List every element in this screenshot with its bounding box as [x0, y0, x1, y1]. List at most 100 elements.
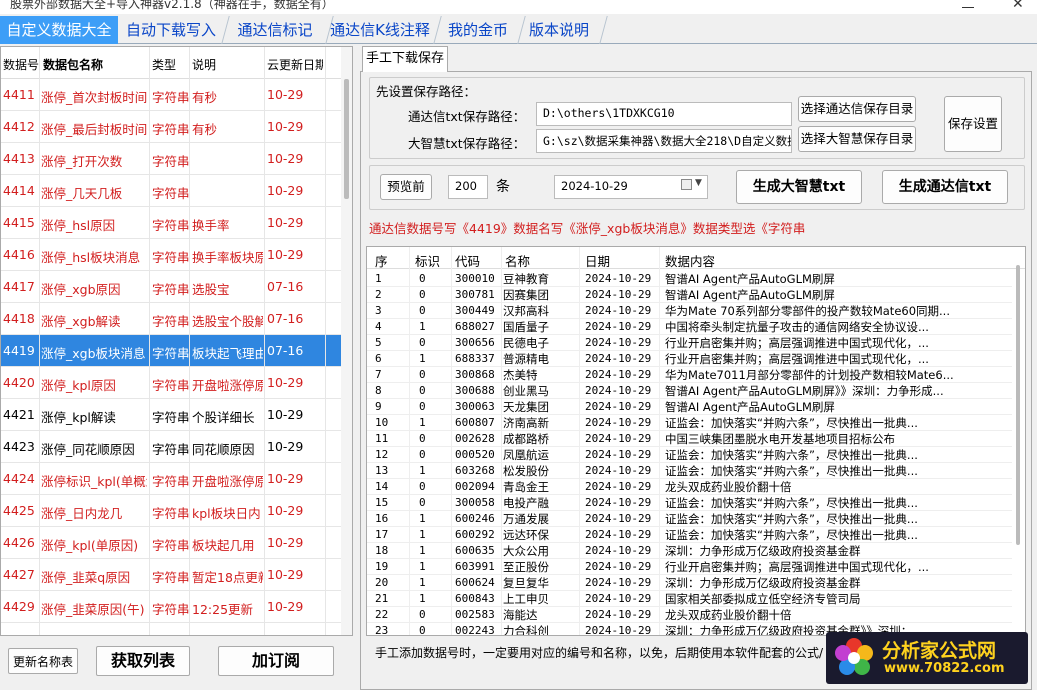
- chevron-down-icon[interactable]: ▼: [695, 178, 702, 188]
- list-item[interactable]: 4427 涨停_韭菜q原因 字符串 暂定18点更新 10-29: [1, 559, 341, 591]
- grid-scrollbar[interactable]: [1011, 265, 1025, 635]
- table-row[interactable]: 12 0 000520 凤凰航运 2024-10-29 证监会：加快落实“并购六条”，尽快…: [367, 447, 1012, 463]
- table-row[interactable]: 18 1 600635 大众公用 2024-10-29 深圳：力争形成万亿级政府投资基金群: [367, 543, 1012, 559]
- table-row[interactable]: 10 1 600807 济南高新 2024-10-29 证监会：加快落实“并购六条”，尽快…: [367, 415, 1012, 431]
- grid-col-header[interactable]: 标识: [415, 251, 440, 270]
- table-cell: 1: [419, 512, 426, 525]
- calendar-icon[interactable]: [681, 179, 692, 190]
- table-row[interactable]: 17 1 600292 远达环保 2024-10-29 证监会：加快落实“并购六条”，尽快…: [367, 527, 1012, 543]
- subscribe-button[interactable]: 加订阅: [218, 646, 334, 676]
- list-item[interactable]: 4416 涨停_hsl板块消息 字符串 换手率板块原 10-29: [1, 239, 341, 271]
- scroll-thumb[interactable]: [344, 79, 349, 199]
- preview-group: 预览前 200 条 2024-10-29 ▼ 生成大智慧txt 生成通达信txt: [369, 165, 1025, 210]
- grid-col-header[interactable]: 数据内容: [665, 251, 715, 270]
- tab-my-coins[interactable]: 我的金币: [442, 16, 526, 44]
- grid-col-header[interactable]: 名称: [505, 251, 530, 270]
- table-row[interactable]: 6 1 688337 普源精电 2024-10-29 行业开启密集并购；高层强调推进中国式…: [367, 351, 1012, 367]
- col-header-desc[interactable]: 说明: [192, 56, 216, 73]
- list-item[interactable]: 4425 涨停_日内龙几 字符串 kpl板块日内 10-29: [1, 495, 341, 527]
- tab-custom-data[interactable]: 自定义数据大全: [0, 16, 118, 44]
- grid-col-header[interactable]: 代码: [455, 251, 480, 270]
- table-cell: 2024-10-29: [585, 336, 652, 349]
- list-item[interactable]: 4413 涨停_打开次数 字符串 10-29: [1, 143, 341, 175]
- col-header-type[interactable]: 类型: [152, 56, 176, 73]
- close-icon[interactable]: ✕: [1012, 0, 1024, 12]
- tab-manual-save[interactable]: 手工下载保存: [362, 46, 448, 72]
- table-cell: 龙头双成药业股价翻十倍: [665, 480, 792, 494]
- list-item[interactable]: 4414 涨停_几天几板 字符串 10-29: [1, 175, 341, 207]
- tdx-path-input[interactable]: D:\others\1TDXKCG10: [536, 102, 792, 126]
- table-cell: 600246: [455, 512, 495, 525]
- col-header-name[interactable]: 数据包名称: [43, 56, 103, 73]
- table-row[interactable]: 7 0 300868 杰美特 2024-10-29 华为Mate7011月部分零部件的计划…: [367, 367, 1012, 383]
- scroll-thumb[interactable]: [1016, 265, 1020, 545]
- table-cell: 国盾量子: [503, 320, 549, 334]
- list-item[interactable]: 4412 涨停_最后封板时间 字符串 有秒 10-29: [1, 111, 341, 143]
- table-row[interactable]: 8 0 300688 创业黑马 2024-10-29 智谱AI Agent产品AutoGL…: [367, 383, 1012, 399]
- minimize-icon[interactable]: [962, 0, 974, 8]
- generate-dzh-button[interactable]: 生成大智慧txt: [736, 170, 862, 204]
- table-row[interactable]: 5 0 300656 民德电子 2024-10-29 行业开启密集并购；高层强调推进中国式…: [367, 335, 1012, 351]
- update-names-button[interactable]: 更新名称表: [8, 648, 78, 674]
- list-cell-desc: 个股详细长: [192, 410, 255, 425]
- table-cell: 0: [419, 400, 426, 413]
- list-item[interactable]: 4411 涨停_首次封板时间 字符串 有秒 10-29: [1, 79, 341, 111]
- table-cell: 300688: [455, 384, 495, 397]
- col-header-date[interactable]: 云更新日期: [267, 56, 323, 73]
- list-item[interactable]: 4419 涨停_xgb板块消息 字符串 板块起飞理由 07-16: [1, 335, 341, 367]
- date-picker[interactable]: 2024-10-29 ▼: [554, 175, 708, 199]
- table-cell: 2024-10-29: [585, 560, 652, 573]
- select-tdx-dir-button[interactable]: 选择通达信保存目录: [798, 96, 916, 122]
- title-bar: 股票外部数据大全+导入神器v2.1.8（神器在手，数据全有） ✕: [0, 0, 1037, 14]
- col-header-id[interactable]: 数据号: [3, 56, 39, 73]
- table-row[interactable]: 13 1 603268 松发股份 2024-10-29 证监会：加快落实“并购六条”，尽快…: [367, 463, 1012, 479]
- save-settings-button[interactable]: 保存设置: [944, 96, 1002, 152]
- table-row[interactable]: 14 0 002094 青岛金王 2024-10-29 龙头双成药业股价翻十倍: [367, 479, 1012, 495]
- table-row[interactable]: 11 0 002628 成都路桥 2024-10-29 中国三峡集团墨脱水电开发基地项目招…: [367, 431, 1012, 447]
- table-cell: 2024-10-29: [585, 320, 652, 333]
- list-item[interactable]: 4429 涨停_韭菜原因(午) 字符串 12:25更新 10-29: [1, 591, 341, 623]
- list-cell-type: 字符串: [152, 314, 190, 329]
- generate-tdx-button[interactable]: 生成通达信txt: [882, 170, 1008, 204]
- table-row[interactable]: 4 1 688027 国盾量子 2024-10-29 中国将牵头制定抗量子攻击的通信网络安…: [367, 319, 1012, 335]
- table-cell: 青岛金王: [503, 480, 549, 494]
- list-scrollbar[interactable]: [341, 47, 352, 635]
- select-dzh-dir-button[interactable]: 选择大智慧保存目录: [798, 126, 916, 152]
- table-row[interactable]: 21 1 600843 上工申贝 2024-10-29 国家相关部委拟成立低空经济专管司局: [367, 591, 1012, 607]
- preview-count-input[interactable]: 200: [448, 175, 488, 199]
- table-row[interactable]: 15 0 300058 电投产融 2024-10-29 证监会：加快落实“并购六条”，尽快…: [367, 495, 1012, 511]
- table-row[interactable]: 2 0 300781 因赛集团 2024-10-29 智谱AI Agent产品AutoGL…: [367, 287, 1012, 303]
- table-cell: 1: [375, 272, 382, 285]
- list-item[interactable]: 4424 涨停标识_kpl(单概念) 字符串开盘啦涨停原 10-29: [1, 463, 341, 495]
- preview-button[interactable]: 预览前: [380, 174, 432, 200]
- list-item[interactable]: 4423 涨停_同花顺原因 字符串 同花顺原因 10-29: [1, 431, 341, 463]
- data-preview-grid[interactable]: 序 标识 代码 名称 日期 数据内容 1 0 300010 豆神教育 2024-10-2…: [366, 246, 1026, 636]
- table-row[interactable]: 1 0 300010 豆神教育 2024-10-29 智谱AI Agent产品AutoGL…: [367, 271, 1012, 287]
- list-item[interactable]: 4421 涨停_kpl解读 字符串 个股详细长 10-29: [1, 399, 341, 431]
- list-item[interactable]: 4426 涨停_kpl(单原因) 字符串 板块起几用 10-29: [1, 527, 341, 559]
- tab-tdx-mark[interactable]: 通达信标记: [228, 16, 334, 44]
- list-item[interactable]: 4420 涨停_kpl原因 字符串 开盘啦涨停原 10-29: [1, 367, 341, 399]
- data-package-list[interactable]: 数据号 数据包名称 类型 说明 云更新日期 4411 涨停_首次封板时间 字符串 有秒…: [0, 46, 353, 636]
- table-row[interactable]: 22 0 002583 海能达 2024-10-29 龙头双成药业股价翻十倍: [367, 607, 1012, 623]
- list-item[interactable]: 4415 涨停_hsl原因 字符串 换手率 10-29: [1, 207, 341, 239]
- grid-col-header[interactable]: 序: [375, 251, 388, 270]
- tab-auto-download[interactable]: 自动下载写入: [124, 16, 230, 44]
- list-cell-id: 4419: [3, 343, 35, 358]
- tab-version[interactable]: 版本说明: [522, 16, 608, 44]
- table-row[interactable]: 9 0 300063 天龙集团 2024-10-29 智谱AI Agent产品AutoGL…: [367, 399, 1012, 415]
- grid-col-header[interactable]: 日期: [585, 251, 610, 270]
- get-list-button[interactable]: 获取列表: [96, 646, 190, 676]
- table-cell: 2024-10-29: [585, 288, 652, 301]
- table-row[interactable]: 19 1 603991 至正股份 2024-10-29 行业开启密集并购；高层强调推进中国…: [367, 559, 1012, 575]
- table-row[interactable]: 20 1 600624 复旦复华 2024-10-29 深圳：力争形成万亿级政府投资基金群: [367, 575, 1012, 591]
- dzh-path-input[interactable]: G:\sz\数据采集神器\数据大全218\D自定义数据: [536, 129, 792, 153]
- list-item[interactable]: 4418 涨停_xgb解读 字符串 选股宝个股解 07-16: [1, 303, 341, 335]
- list-cell-id: 4417: [3, 279, 35, 294]
- tab-tdx-kline-note[interactable]: 通达信K线注释: [330, 16, 442, 44]
- table-cell: 603991: [455, 560, 495, 573]
- table-cell: 智谱AI Agent产品AutoGLM刷屏: [665, 288, 835, 302]
- table-row[interactable]: 3 0 300449 汉邦高科 2024-10-29 华为Mate 70系列部分零部件的投…: [367, 303, 1012, 319]
- table-row[interactable]: 16 1 600246 万通发展 2024-10-29 证监会：加快落实“并购六条”，尽快…: [367, 511, 1012, 527]
- list-item[interactable]: 4417 涨停_xgb原因 字符串 选股宝 07-16: [1, 271, 341, 303]
